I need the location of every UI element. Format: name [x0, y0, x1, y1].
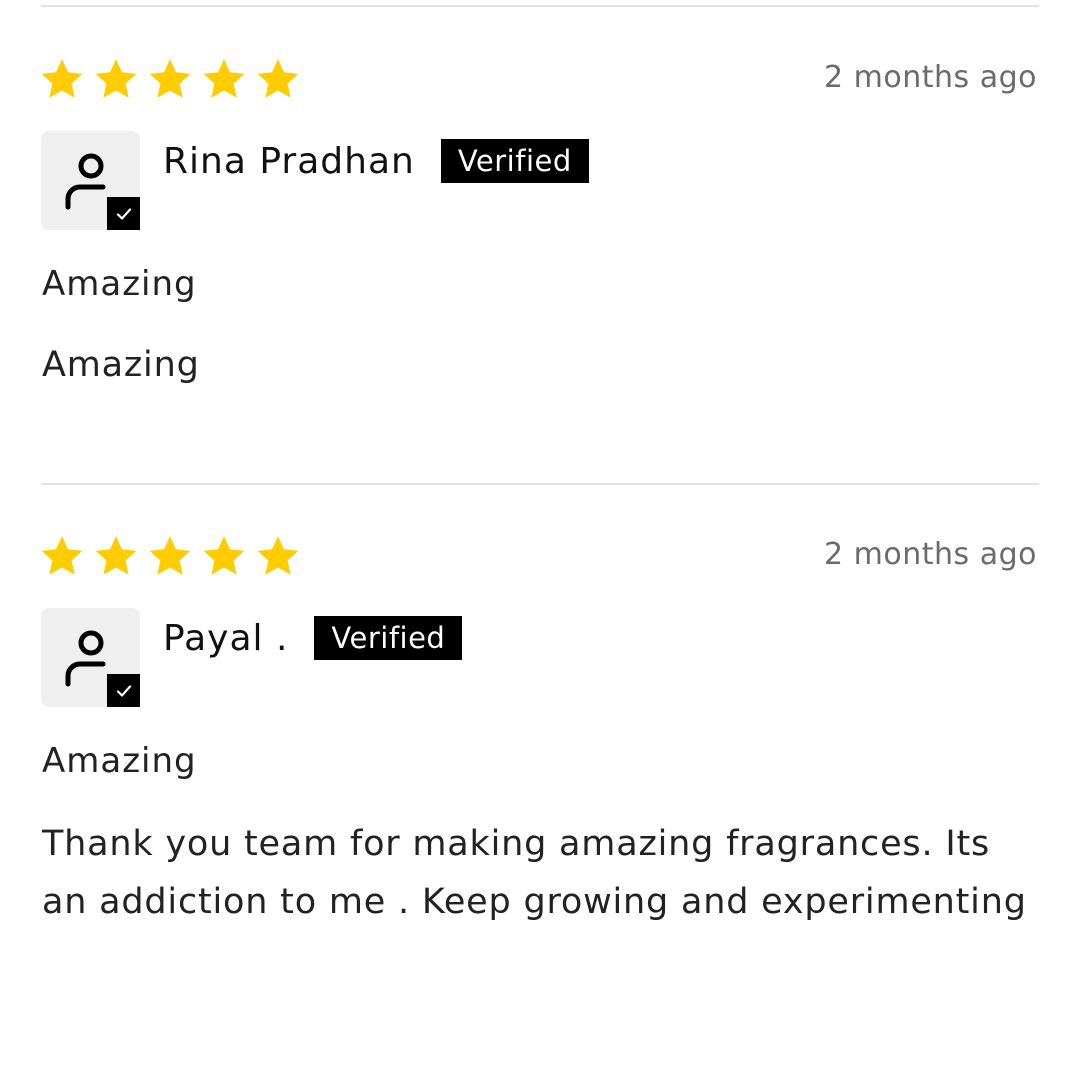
review-body: Thank you team for making amazing fragra…: [42, 824, 1027, 922]
star-icon: [257, 59, 299, 98]
reviewer-line: Payal . Verified: [163, 615, 463, 661]
star-icon: [149, 536, 191, 575]
star-rating: [39, 56, 301, 102]
review-title: Amazing: [42, 741, 197, 781]
star-rating: [39, 533, 301, 579]
reviewer-name: Payal .: [163, 617, 289, 659]
review-divider: [41, 5, 1039, 7]
avatar: [41, 131, 140, 230]
star-icon: [203, 59, 245, 98]
review-divider: [41, 483, 1039, 485]
review-list: 2 months ago Rina Pradhan Verified Amazi…: [0, 0, 1080, 1069]
star-icon: [41, 536, 83, 575]
review-body: Amazing: [42, 345, 200, 385]
review-title: Amazing: [42, 264, 197, 304]
star-icon: [203, 536, 245, 575]
review-date: 2 months ago: [824, 60, 1037, 95]
star-icon: [95, 59, 137, 98]
reviewer-line: Rina Pradhan Verified: [163, 138, 589, 184]
checkmark-icon: [116, 207, 131, 220]
review-date: 2 months ago: [824, 537, 1037, 572]
verified-badge: Verified: [440, 139, 589, 183]
verified-check: [107, 674, 140, 707]
star-icon: [149, 59, 191, 98]
verified-badge: Verified: [314, 616, 463, 660]
star-icon: [41, 59, 83, 98]
avatar: [41, 608, 140, 707]
star-icon: [257, 536, 299, 575]
star-icon: [95, 536, 137, 575]
reviewer-name: Rina Pradhan: [163, 140, 415, 182]
checkmark-icon: [116, 684, 131, 697]
verified-check: [107, 197, 140, 230]
